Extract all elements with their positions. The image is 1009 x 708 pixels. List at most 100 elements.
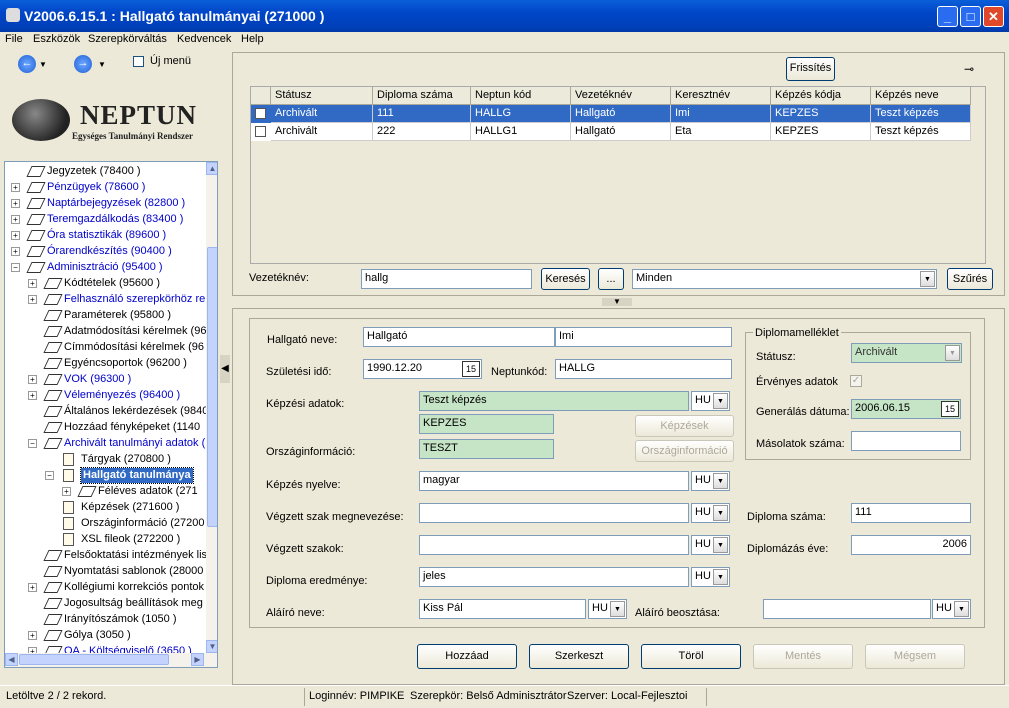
chevron-down-icon[interactable]: ▼ — [713, 393, 728, 409]
signer-position-lang-select[interactable]: HU ▼ — [932, 599, 971, 619]
diploma-number-field[interactable]: 111 — [851, 503, 971, 523]
signer-position-field[interactable] — [763, 599, 931, 619]
refresh-button[interactable]: Frissítés — [786, 57, 835, 81]
calendar-icon[interactable]: 15 — [462, 361, 480, 377]
expand-icon[interactable]: + — [28, 295, 37, 304]
expand-icon[interactable]: + — [11, 199, 20, 208]
majors-field[interactable] — [419, 535, 689, 555]
training-name-field[interactable]: Teszt képzés — [419, 391, 689, 411]
scroll-left-icon[interactable]: ◀ — [5, 653, 18, 666]
country-field[interactable]: TESZT — [419, 439, 554, 459]
signer-lang-select[interactable]: HU ▼ — [588, 599, 627, 619]
minimize-button[interactable]: _ — [937, 6, 958, 27]
chevron-down-icon[interactable]: ▼ — [954, 601, 969, 617]
menu-eszkozok[interactable]: Eszközök — [33, 33, 80, 45]
majors-lang-select[interactable]: HU ▼ — [691, 535, 730, 555]
tree-vertical-scrollbar[interactable]: ▲ ▼ — [206, 162, 217, 653]
diploma-year-field[interactable]: 2006 — [851, 535, 971, 555]
cancel-button[interactable]: Mégsem — [865, 644, 965, 669]
language-lang-select[interactable]: HU ▼ — [691, 471, 730, 491]
major-name-field[interactable] — [419, 503, 689, 523]
chevron-down-icon[interactable]: ▼ — [713, 569, 728, 585]
chevron-down-icon[interactable]: ▼ — [713, 505, 728, 521]
scroll-thumb[interactable] — [207, 247, 217, 527]
more-button[interactable]: ... — [598, 268, 624, 290]
add-button[interactable]: Hozzáad — [417, 644, 517, 669]
scroll-up-icon[interactable]: ▲ — [206, 162, 217, 175]
menu-kedvencek[interactable]: Kedvencek — [177, 33, 231, 45]
column-header[interactable]: Képzés kódja — [771, 87, 871, 105]
collapse-icon[interactable]: − — [28, 439, 37, 448]
result-field[interactable]: jeles — [419, 567, 689, 587]
expand-icon[interactable]: + — [28, 391, 37, 400]
close-button[interactable]: ✕ — [983, 6, 1004, 27]
result-lang-select[interactable]: HU ▼ — [691, 567, 730, 587]
scroll-right-icon[interactable]: ▶ — [191, 653, 204, 666]
collapse-icon[interactable]: − — [45, 471, 54, 480]
expand-icon[interactable]: + — [11, 183, 20, 192]
menu-help[interactable]: Help — [241, 33, 264, 45]
back-dropdown-icon[interactable]: ▼ — [39, 60, 47, 69]
filter-button[interactable]: Szűrés — [947, 268, 993, 290]
search-input[interactable]: hallg — [361, 269, 532, 289]
expand-icon[interactable]: + — [28, 375, 37, 384]
forward-dropdown-icon[interactable]: ▼ — [98, 60, 106, 69]
first-name-field[interactable]: Imi — [555, 327, 732, 347]
expand-icon[interactable]: + — [28, 583, 37, 592]
valid-data-checkbox[interactable]: ✓ — [850, 375, 862, 387]
country-info-button[interactable]: Országinformáció — [635, 440, 734, 462]
hscroll-thumb[interactable] — [19, 654, 169, 665]
scroll-down-icon[interactable]: ▼ — [206, 640, 217, 653]
pin-icon[interactable]: ⊸ — [964, 62, 974, 76]
training-code-field[interactable]: KEPZES — [419, 414, 554, 434]
collapse-down-icon[interactable]: ▼ — [602, 298, 632, 306]
neptun-code-field[interactable]: HALLG — [555, 359, 732, 379]
training-lang-select[interactable]: HU ▼ — [691, 391, 730, 411]
row-checkbox[interactable] — [255, 108, 266, 119]
menu-file[interactable]: File — [5, 33, 23, 45]
signer-field[interactable]: Kiss Pál — [419, 599, 586, 619]
table-row[interactable]: Archivált 111 HALLG Hallgató Imi KEPZES Teszt … — [251, 105, 971, 123]
book-icon — [43, 390, 63, 401]
delete-button[interactable]: Töröl — [641, 644, 741, 669]
chevron-down-icon[interactable]: ▼ — [713, 473, 728, 489]
collapse-icon[interactable]: − — [11, 263, 20, 272]
row-checkbox[interactable] — [255, 126, 266, 137]
edit-button[interactable]: Szerkeszt — [529, 644, 629, 669]
column-header[interactable]: Képzés neve — [871, 87, 971, 105]
chevron-down-icon[interactable]: ▼ — [713, 537, 728, 553]
expand-icon[interactable]: + — [11, 215, 20, 224]
back-icon[interactable]: ← — [18, 55, 36, 73]
expand-icon[interactable]: + — [11, 247, 20, 256]
tree-horizontal-scrollbar[interactable]: ◀ ▶ — [5, 653, 217, 667]
major-name-lang-select[interactable]: HU ▼ — [691, 503, 730, 523]
calendar-icon[interactable]: 15 — [941, 401, 959, 417]
collapse-left-panel-icon[interactable]: ◀ — [220, 355, 230, 383]
column-header[interactable]: Keresztnév — [671, 87, 771, 105]
language-field[interactable]: magyar — [419, 471, 689, 491]
forward-icon[interactable]: → — [74, 55, 92, 73]
chevron-down-icon[interactable]: ▼ — [920, 271, 935, 287]
expand-icon[interactable]: + — [28, 631, 37, 640]
menu-tree[interactable]: Jegyzetek (78400 ) + Pénzügyek (78600 ) + Na… — [4, 161, 218, 668]
column-header[interactable]: Státusz — [271, 87, 373, 105]
expand-icon[interactable]: + — [62, 487, 71, 496]
save-button[interactable]: Mentés — [753, 644, 853, 669]
menu-szerepkorvaltas[interactable]: Szerepkörváltás — [88, 33, 167, 45]
supplement-status-select[interactable]: Archivált ▼ — [851, 343, 962, 363]
copies-field[interactable] — [851, 431, 961, 451]
column-header[interactable]: Neptun kód — [471, 87, 571, 105]
filter-select[interactable]: Minden ▼ — [632, 269, 937, 289]
maximize-button[interactable]: □ — [960, 6, 981, 27]
trainings-button[interactable]: Képzések — [635, 415, 734, 437]
column-header[interactable]: Vezetéknév — [571, 87, 671, 105]
expand-icon[interactable]: + — [11, 231, 20, 240]
last-name-field[interactable]: Hallgató — [363, 327, 555, 347]
column-header[interactable]: Diploma száma — [373, 87, 471, 105]
table-row[interactable]: Archivált 222 HALLG1 Hallgató Eta KEPZES Teszt… — [251, 123, 971, 141]
search-button[interactable]: Keresés — [541, 268, 590, 290]
expand-icon[interactable]: + — [28, 279, 37, 288]
chevron-down-icon[interactable]: ▼ — [610, 601, 625, 617]
new-menu-checkbox[interactable] — [133, 56, 144, 67]
chevron-down-icon[interactable]: ▼ — [945, 345, 960, 361]
